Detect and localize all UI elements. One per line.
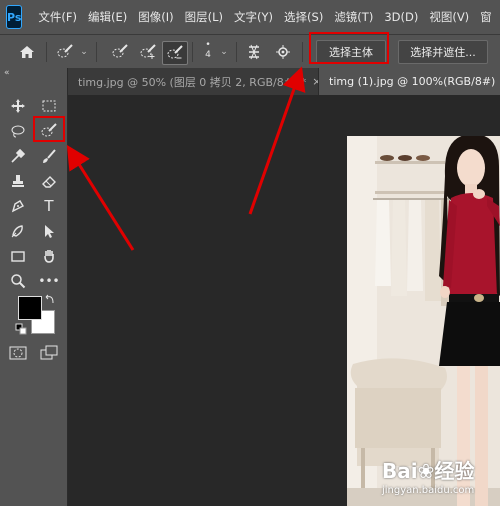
tab-title: timg (1).jpg @ 100%(RGB/8#) [329,75,496,88]
home-icon[interactable] [14,41,40,63]
eraser-tool-icon[interactable] [38,171,60,191]
document-tabs: timg.jpg @ 50% (图层 0 拷贝 2, RGB/8#) * × t… [68,68,500,95]
clone-stamp-tool-icon[interactable] [7,171,29,191]
default-colors-icon[interactable] [14,322,28,336]
move-tool-icon[interactable] [7,96,29,116]
menu-layer[interactable]: 图层(L) [185,9,223,25]
brush-tool-icon[interactable] [38,146,60,166]
hand-tool-icon[interactable] [38,246,60,266]
menu-window[interactable]: 窗 [480,9,492,25]
lasso-tool-icon[interactable] [7,121,29,141]
separator [302,42,303,62]
chevron-down-icon[interactable]: ⌄ [218,41,230,63]
marquee-tool-icon[interactable] [38,96,60,116]
select-subject-highlight [309,32,389,64]
watermark: Bai❀经验 jingyan.baidu.com [360,455,500,505]
more-tools-icon[interactable]: ••• [38,271,60,291]
menu-view[interactable]: 视图(V) [429,9,469,25]
zoom-tool-icon[interactable] [7,271,29,291]
menu-3d[interactable]: 3D(D) [384,10,418,24]
separator [96,42,97,62]
foreground-color-swatch[interactable] [18,296,42,320]
chevron-down-icon[interactable]: ⌄ [78,41,90,63]
type-tool-icon[interactable]: T [38,196,60,216]
separator [236,42,237,62]
menu-select[interactable]: 选择(S) [284,9,323,25]
quick-mask-icon[interactable] [7,343,29,363]
brush-size-value: 4 [205,50,211,60]
brush-size-picker[interactable]: • 4 [200,39,216,61]
quick-selection-preset-icon[interactable] [52,41,78,63]
subtract-from-selection-icon[interactable] [162,41,188,65]
swap-colors-icon[interactable] [44,292,58,306]
separator [192,42,193,62]
sample-all-layers-icon[interactable] [242,41,266,63]
menu-file[interactable]: 文件(F) [38,9,77,25]
photoshop-window: Ps 文件(F) 编辑(E) 图像(I) 图层(L) 文字(Y) 选择(S) 滤… [0,0,500,506]
watermark-brand: Bai [382,459,418,483]
select-and-mask-button[interactable]: 选择并遮住... [398,40,488,64]
separator [46,42,47,62]
pen-tool-icon[interactable] [7,196,29,216]
menu-filter[interactable]: 滤镜(T) [334,9,373,25]
brush-dot-icon: • [205,40,211,50]
menu-bar: Ps 文件(F) 编辑(E) 图像(I) 图层(L) 文字(Y) 选择(S) 滤… [0,0,500,34]
menu-image[interactable]: 图像(I) [138,9,173,25]
ps-logo: Ps [6,5,23,29]
close-icon[interactable]: × [312,75,318,88]
tab-document-1[interactable]: timg.jpg @ 50% (图层 0 拷贝 2, RGB/8#) * × [68,68,319,95]
menu-edit[interactable]: 编辑(E) [88,9,127,25]
watermark-brand-2: 经验 [434,459,475,483]
enhance-edge-icon[interactable] [272,41,294,63]
eyedropper-tool-icon[interactable] [7,146,29,166]
tab-title: timg.jpg @ 50% (图层 0 拷贝 2, RGB/8#) * [78,75,307,89]
options-bar: ⌄ • 4 ⌄ 选择主体 选择并遮住... [0,34,500,70]
collapse-icon[interactable]: « [4,68,10,78]
smudge-tool-icon[interactable] [7,221,29,241]
new-selection-icon[interactable] [108,41,132,63]
path-selection-tool-icon[interactable] [38,221,60,241]
document-photo[interactable] [347,136,500,506]
quick-selection-highlight [33,116,65,142]
menu-type[interactable]: 文字(Y) [234,9,273,25]
rectangle-tool-icon[interactable] [7,246,29,266]
watermark-url: jingyan.baidu.com [382,485,475,496]
paw-icon: ❀ [417,459,435,483]
tab-document-2[interactable]: timg (1).jpg @ 100%(RGB/8#) × [319,68,500,95]
screen-mode-icon[interactable] [38,343,60,363]
add-to-selection-icon[interactable] [136,41,160,63]
